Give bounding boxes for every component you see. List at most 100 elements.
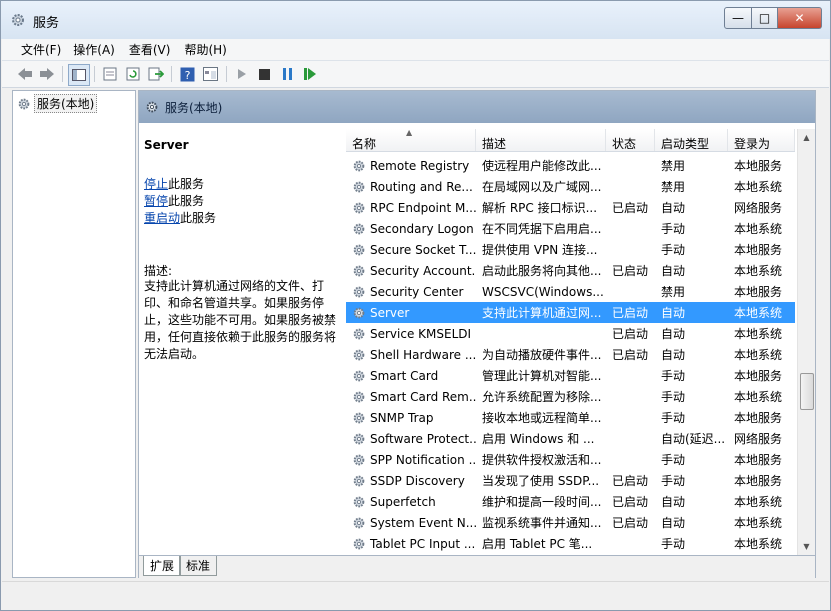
- gear-icon: [353, 202, 365, 213]
- gear-icon: [353, 307, 365, 318]
- menu-action[interactable]: 操作(A): [67, 39, 121, 60]
- table-row[interactable]: Secure Socket T... 提供使用 VPN 连接... 手动 本地服务: [346, 239, 795, 260]
- service-status: 已启动: [612, 306, 649, 320]
- service-status: 已启动: [612, 495, 649, 509]
- vertical-scrollbar[interactable]: ▲ ▼: [797, 129, 815, 555]
- table-row[interactable]: Security Center WSCSVC(Windows... 禁用 本地服务: [346, 281, 795, 302]
- maximize-button[interactable]: □: [752, 7, 778, 29]
- service-logon-as: 本地系统: [734, 327, 783, 341]
- pause-link[interactable]: 暂停: [144, 194, 168, 208]
- list-header: ▲ 名称 描述 状态 启动类型 登录为: [346, 128, 795, 152]
- restart-icon[interactable]: [301, 65, 319, 83]
- service-startup-type: 手动: [661, 222, 686, 236]
- column-header-startup-type[interactable]: 启动类型: [655, 129, 728, 151]
- window-title: 服务: [33, 16, 60, 31]
- service-logon-as: 本地系统: [734, 180, 783, 194]
- column-header-description[interactable]: 描述: [476, 129, 606, 151]
- table-row[interactable]: Routing and Re... 在局域网以及广域网... 禁用 本地系统: [346, 176, 795, 197]
- window-controls: — □ ✕: [724, 7, 822, 29]
- console-tree: 服务(本地): [12, 90, 136, 578]
- service-name-cell: Software Protect...: [346, 432, 476, 446]
- export-list-icon[interactable]: [147, 65, 165, 83]
- service-startup-type: 自动: [661, 264, 686, 278]
- column-header-status[interactable]: 状态: [606, 129, 655, 151]
- service-name-cell: Smart Card: [346, 369, 476, 383]
- table-row[interactable]: Shell Hardware ... 为自动播放硬件事件... 已启动 自动 本地系统: [346, 344, 795, 365]
- menu-file[interactable]: 文件(F): [2, 39, 67, 60]
- stop-link[interactable]: 停止: [144, 177, 168, 191]
- tab-extended[interactable]: 扩展: [143, 556, 182, 576]
- service-startup-type: 禁用: [661, 180, 686, 194]
- service-startup-type: 自动: [661, 516, 686, 530]
- table-row[interactable]: Server 支持此计算机通过网... 已启动 自动 本地系统: [346, 302, 795, 323]
- service-name: SPP Notification ...: [370, 452, 476, 467]
- tree-item-services-local[interactable]: 服务(本地): [17, 94, 98, 113]
- service-name: Smart Card: [370, 368, 439, 383]
- table-row[interactable]: Smart Card Rem... 允许系统配置为移除... 手动 本地系统: [346, 386, 795, 407]
- service-startup-type: 手动: [661, 474, 686, 488]
- menu-view[interactable]: 查看(V): [121, 39, 177, 60]
- table-row[interactable]: Tablet PC Input ... 启用 Tablet PC 笔... 手动 本地…: [346, 533, 795, 554]
- forward-arrow-icon[interactable]: [38, 65, 56, 83]
- action-suffix: 此服务: [168, 194, 205, 208]
- gear-icon: [353, 454, 365, 465]
- service-description: WSCSVC(Windows...: [482, 284, 604, 299]
- gear-icon: [146, 101, 158, 113]
- service-status: 已启动: [612, 516, 649, 530]
- service-name: SSDP Discovery: [370, 473, 465, 488]
- table-row[interactable]: SSDP Discovery 当发现了使用 SSDP... 已启动 手动 本地服务: [346, 470, 795, 491]
- close-button[interactable]: ✕: [778, 7, 822, 29]
- table-row[interactable]: Secondary Logon 在不同凭据下启用启... 手动 本地系统: [346, 218, 795, 239]
- service-name-cell: Security Account...: [346, 264, 476, 278]
- console-tree-icon[interactable]: [68, 64, 90, 86]
- properties-icon[interactable]: [101, 65, 119, 83]
- table-row[interactable]: Security Account... 启动此服务将向其他... 已启动 自动 本地系统: [346, 260, 795, 281]
- tree-item-label: 服务(本地): [34, 94, 98, 113]
- service-logon-as: 网络服务: [734, 432, 783, 446]
- title-bar: 服务 — □ ✕: [1, 1, 830, 39]
- services-app-icon: [12, 14, 24, 26]
- menu-help[interactable]: 帮助(H): [176, 39, 232, 60]
- service-name: Server: [370, 305, 410, 320]
- scroll-down-arrow-icon[interactable]: ▼: [798, 538, 815, 555]
- column-header-logon-as[interactable]: 登录为: [728, 129, 795, 151]
- column-header-name[interactable]: ▲ 名称: [346, 128, 476, 151]
- view-icon[interactable]: [201, 65, 219, 83]
- table-row[interactable]: Superfetch 维护和提高一段时间... 已启动 自动 本地系统: [346, 491, 795, 512]
- tab-standard[interactable]: 标准: [179, 556, 218, 576]
- scroll-up-arrow-icon[interactable]: ▲: [798, 129, 815, 146]
- gear-icon: [353, 265, 365, 276]
- table-row[interactable]: Smart Card 管理此计算机对智能... 手动 本地服务: [346, 365, 795, 386]
- back-arrow-icon[interactable]: [16, 65, 34, 83]
- service-name-cell: Server: [346, 306, 476, 320]
- table-row[interactable]: Remote Registry 使远程用户能修改此... 禁用 本地服务: [346, 155, 795, 176]
- status-bar: [2, 581, 829, 604]
- table-row[interactable]: Service KMSELDI 已启动 自动 本地系统: [346, 323, 795, 344]
- gear-icon: [353, 244, 365, 255]
- service-description: 允许系统配置为移除...: [482, 390, 602, 404]
- service-startup-type: 自动: [661, 495, 686, 509]
- service-status: 已启动: [612, 201, 649, 215]
- service-name-cell: SSDP Discovery: [346, 474, 476, 488]
- table-row[interactable]: Software Protect... 启用 Windows 和 ... 自动(延迟…: [346, 428, 795, 449]
- service-startup-type: 自动: [661, 327, 686, 341]
- service-description: 使远程用户能修改此...: [482, 159, 602, 173]
- minimize-button[interactable]: —: [724, 7, 752, 29]
- table-row[interactable]: SPP Notification ... 提供软件授权激活和... 手动 本地服务: [346, 449, 795, 470]
- pause-icon[interactable]: [278, 65, 296, 83]
- scroll-thumb[interactable]: [800, 373, 814, 410]
- stop-icon[interactable]: [255, 65, 273, 83]
- service-description: 启用 Windows 和 ...: [482, 432, 595, 446]
- service-description: 提供使用 VPN 连接...: [482, 243, 598, 257]
- restart-link[interactable]: 重启动: [144, 211, 180, 225]
- gear-icon: [353, 286, 365, 297]
- help-icon[interactable]: ?: [178, 65, 196, 83]
- play-icon[interactable]: [233, 65, 251, 83]
- table-row[interactable]: RPC Endpoint M... 解析 RPC 接口标识... 已启动 自动 网络服务: [346, 197, 795, 218]
- refresh-icon[interactable]: [124, 65, 142, 83]
- table-row[interactable]: System Event N... 监视系统事件并通知... 已启动 自动 本地系统: [346, 512, 795, 533]
- gear-icon: [353, 475, 365, 486]
- service-description: 为自动播放硬件事件...: [482, 348, 602, 362]
- table-row[interactable]: SNMP Trap 接收本地或远程简单... 手动 本地服务: [346, 407, 795, 428]
- services-list: ▲ 名称 描述 状态 启动类型 登录为 Remote Registry 使远程用户能…: [346, 123, 815, 555]
